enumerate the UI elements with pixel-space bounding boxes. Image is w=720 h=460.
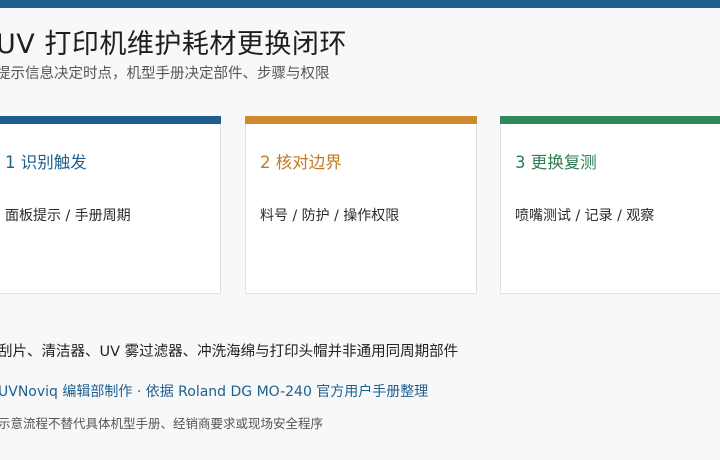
- step-body: 面板提示 / 手册周期: [5, 208, 131, 224]
- step-heading: 1 识别触发: [5, 153, 87, 172]
- step-heading: 3 更换复测: [515, 153, 597, 172]
- disclaimer-text: 示意流程不替代具体机型手册、经销商要求或现场安全程序: [0, 416, 324, 431]
- parts-note: 刮片、清洁器、UV 雾过滤器、冲洗海绵与打印头帽并非通用同周期部件: [0, 344, 459, 360]
- top-accent-bar: [0, 0, 720, 8]
- step-body: 喷嘴测试 / 记录 / 观察: [515, 208, 655, 224]
- source-credit: UVNoviq 编辑部制作 · 依据 Roland DG MO-240 官方用户…: [0, 384, 429, 400]
- step-card-replace-retest: 3 更换复测 喷嘴测试 / 记录 / 观察: [500, 116, 720, 294]
- step-card-identify-trigger: 1 识别触发 面板提示 / 手册周期: [0, 116, 221, 294]
- step-heading: 2 核对边界: [260, 153, 342, 172]
- step-card-accent: [245, 116, 477, 124]
- step-card-check-boundaries: 2 核对边界 料号 / 防护 / 操作权限: [245, 116, 477, 294]
- page-subtitle: 提示信息决定时点，机型手册决定部件、步骤与权限: [0, 66, 330, 82]
- step-body: 料号 / 防护 / 操作权限: [260, 208, 400, 224]
- page-title: UV 打印机维护耗材更换闭环: [0, 29, 347, 60]
- step-card-accent: [0, 116, 221, 124]
- step-card-accent: [500, 116, 720, 124]
